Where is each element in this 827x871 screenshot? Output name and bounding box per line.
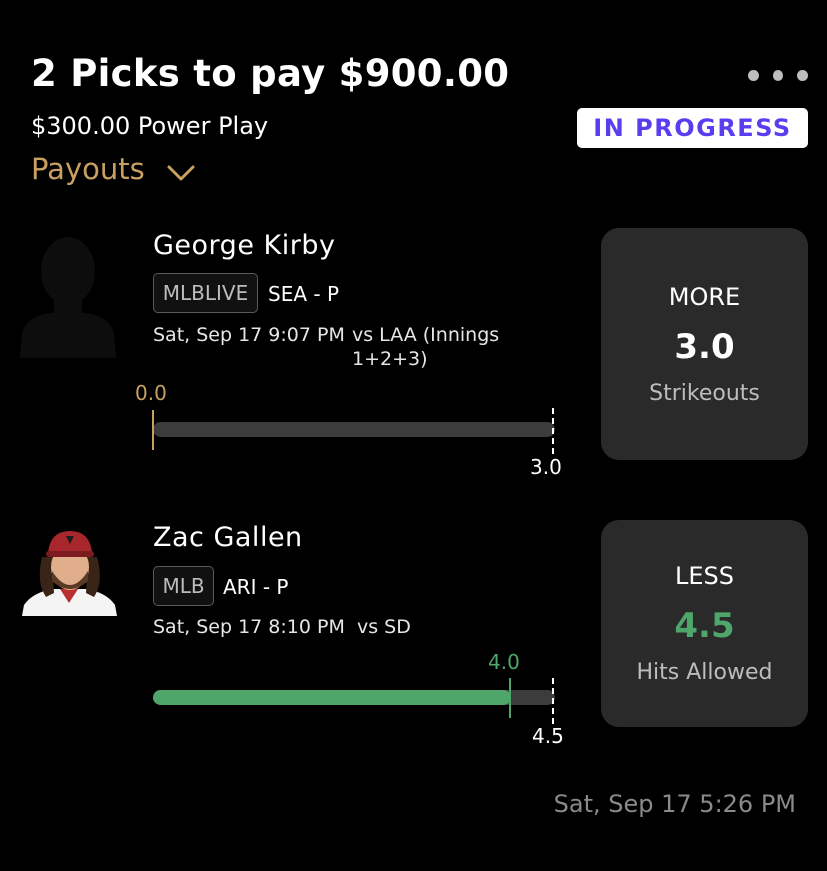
projection-line: 4.5 (674, 606, 735, 646)
game-time: Sat, Sep 17 9:07 PM (153, 324, 345, 346)
payouts-label: Payouts (31, 152, 145, 186)
payouts-toggle[interactable]: Payouts (31, 152, 195, 186)
projection-card[interactable]: MORE 3.0 Strikeouts (601, 228, 808, 460)
game-opponent: vs LAA (Innings (352, 324, 500, 346)
game-time: Sat, Sep 17 8:10 PM (153, 616, 345, 638)
status-badge: IN PROGRESS (577, 108, 808, 148)
league-badge: MLB (153, 566, 214, 606)
progress-track (153, 422, 555, 437)
entry-subtitle: $300.00 Power Play (31, 112, 269, 140)
more-options-icon[interactable] (748, 70, 809, 86)
league-badge: MLBLIVE (153, 273, 258, 313)
current-value-label: 4.0 (488, 650, 520, 674)
entry-title: 2 Picks to pay $900.00 (31, 52, 510, 95)
target-value-label: 4.5 (532, 724, 564, 748)
player-silhouette-icon (20, 237, 116, 358)
current-value-label: 0.0 (135, 381, 167, 405)
team-position: SEA - P (268, 282, 340, 306)
projection-line: 3.0 (674, 326, 735, 367)
target-marker (552, 678, 554, 724)
target-value-label: 3.0 (530, 455, 562, 479)
chevron-down-icon (167, 165, 195, 181)
player-name: Zac Gallen (153, 522, 303, 553)
timestamp: Sat, Sep 17 5:26 PM (553, 790, 796, 818)
game-innings: 1+2+3) (352, 348, 428, 370)
stat-type: Strikeouts (649, 380, 760, 406)
game-opponent: vs SD (357, 616, 411, 638)
target-marker (552, 408, 554, 454)
team-position: ARI - P (223, 575, 289, 599)
pick-direction: MORE (668, 282, 741, 311)
current-marker (152, 410, 154, 450)
player-photo (22, 527, 117, 616)
current-marker (509, 678, 511, 718)
player-name: George Kirby (153, 230, 336, 261)
progress-fill (153, 690, 511, 705)
pick-direction: LESS (674, 562, 734, 590)
projection-card[interactable]: LESS 4.5 Hits Allowed (601, 520, 808, 727)
stat-type: Hits Allowed (636, 660, 773, 685)
